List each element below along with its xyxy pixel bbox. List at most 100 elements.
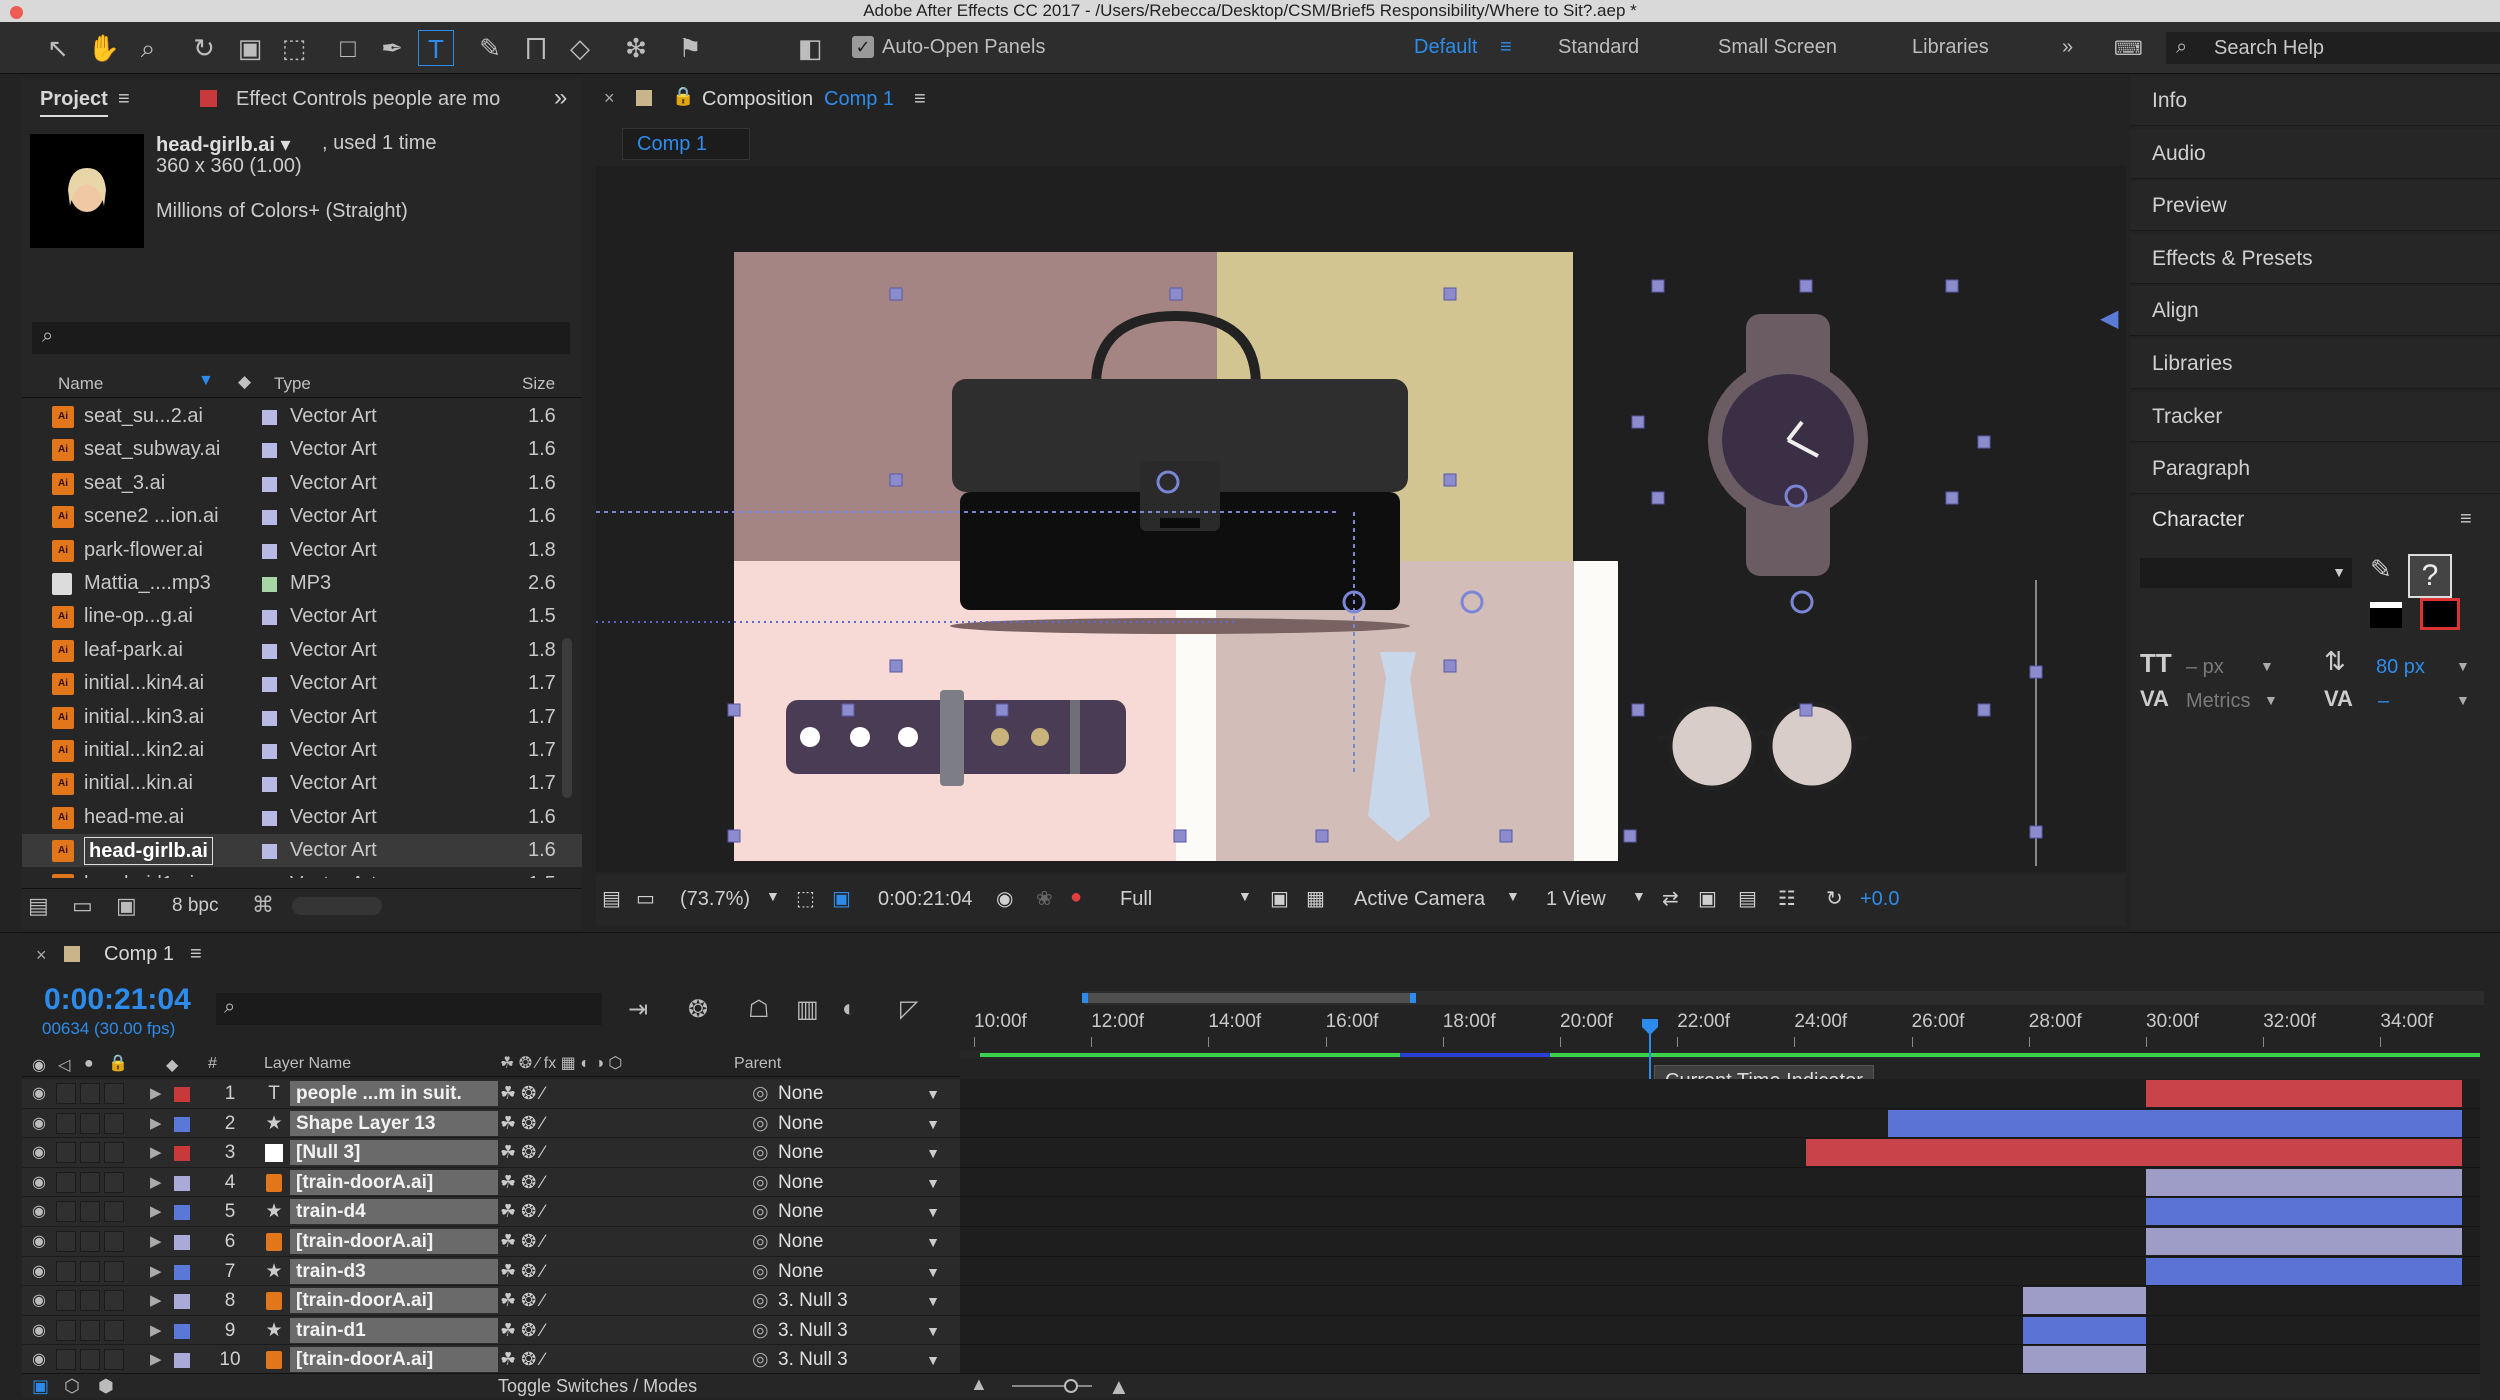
timeline-current-time[interactable]: 0:00:21:04	[44, 983, 191, 1017]
sort-descending-icon[interactable]: ▼	[198, 372, 214, 390]
layer-duration-bar[interactable]	[2023, 1287, 2146, 1314]
label-tag-icon[interactable]: ◆	[166, 1055, 178, 1075]
expand-triangle-icon[interactable]: ▶	[150, 1138, 162, 1168]
label-color-swatch[interactable]	[262, 677, 277, 692]
shy-layers-icon[interactable]: ☖	[748, 995, 770, 1024]
reset-exposure-icon[interactable]: ↻	[1826, 886, 1843, 911]
project-item-row[interactable]: Aiinitial...kin3.aiVector Art1.7	[22, 701, 582, 734]
bit-depth-button[interactable]: 8 bpc	[172, 895, 218, 917]
audio-switch[interactable]	[56, 1201, 76, 1222]
in-out-panel-icon[interactable]: ⬢	[98, 1376, 114, 1397]
solo-switch[interactable]	[80, 1290, 100, 1311]
chevron-down-icon[interactable]: ▼	[1506, 888, 1520, 904]
snapshot-icon[interactable]: ◉	[996, 886, 1013, 911]
layer-switches-icon[interactable]: ☘ ❂ ∕	[500, 1138, 544, 1168]
fill-color-swatch[interactable]: ?	[2408, 554, 2452, 598]
panel-tab-tracker[interactable]: Tracker	[2130, 392, 2500, 442]
black-white-swatch[interactable]	[2370, 602, 2402, 628]
audio-switch[interactable]	[56, 1349, 76, 1370]
layer-row[interactable]: ◉▶9★train-d1☘ ❂ ∕◎3. Null 3▼	[22, 1316, 960, 1346]
region-of-interest-icon[interactable]: ▣	[1270, 886, 1289, 911]
tracking-value[interactable]: –	[2378, 690, 2389, 713]
eye-icon[interactable]: ◉	[32, 1138, 46, 1168]
layer-duration-bar[interactable]	[1806, 1139, 2462, 1166]
font-size-value[interactable]: – px	[2186, 656, 2224, 679]
lock-switch[interactable]	[104, 1290, 124, 1311]
kerning-value[interactable]: Metrics	[2186, 690, 2250, 713]
solo-switch[interactable]	[80, 1231, 100, 1252]
layer-label-color[interactable]	[174, 1117, 190, 1132]
timeline-icon[interactable]: ▤	[1738, 886, 1757, 911]
chevron-down-icon[interactable]: ▼	[926, 1348, 940, 1372]
layer-label-color[interactable]	[174, 1087, 190, 1102]
layer-switches-icon[interactable]: ☘ ❂ ∕	[500, 1168, 544, 1198]
chevron-down-icon[interactable]: ▼	[926, 1082, 940, 1106]
pick-whip-icon[interactable]: ◎	[752, 1112, 769, 1136]
solo-switch[interactable]	[80, 1172, 100, 1193]
project-item-row[interactable]: Ailine-op...g.aiVector Art1.5	[22, 600, 582, 633]
expand-triangle-icon[interactable]: ▶	[150, 1197, 162, 1227]
lock-icon[interactable]: 🔒	[108, 1053, 128, 1073]
type-tool-icon[interactable]: T	[418, 30, 454, 66]
layer-row[interactable]: ◉▶5★train-d4☘ ❂ ∕◎None▼	[22, 1197, 960, 1227]
lock-switch[interactable]	[104, 1231, 124, 1252]
parent-dropdown[interactable]: ◎None▼	[748, 1112, 948, 1136]
chevron-down-icon[interactable]: ▼	[766, 888, 780, 904]
workspace-toggle-icon[interactable]: ◧	[792, 30, 828, 66]
lock-switch[interactable]	[104, 1172, 124, 1193]
label-color-swatch[interactable]	[262, 544, 277, 559]
lock-switch[interactable]	[104, 1320, 124, 1341]
close-panel-icon[interactable]: ×	[604, 88, 615, 109]
parent-dropdown[interactable]: ◎3. Null 3▼	[748, 1289, 948, 1313]
layer-row[interactable]: ◉▶2★Shape Layer 13☘ ❂ ∕◎None▼	[22, 1109, 960, 1139]
layer-row[interactable]: ◉▶8[train-doorA.ai]☘ ❂ ∕◎3. Null 3▼	[22, 1286, 960, 1316]
pick-whip-icon[interactable]: ◎	[752, 1171, 769, 1195]
pick-whip-icon[interactable]: ◎	[752, 1200, 769, 1224]
layer-name[interactable]: [train-doorA.ai]	[290, 1347, 498, 1372]
selection-tool-icon[interactable]: ↖	[40, 30, 76, 66]
panel-overflow-icon[interactable]: »	[554, 84, 567, 112]
timeline-tab[interactable]: Comp 1	[104, 943, 174, 966]
brush-tool-icon[interactable]: ✎	[472, 30, 508, 66]
audio-toggle-icon[interactable]: ◁	[58, 1055, 70, 1075]
pan-behind-tool-icon[interactable]: ⬚	[276, 30, 312, 66]
eye-icon[interactable]: ◉	[32, 1197, 46, 1227]
parent-dropdown[interactable]: ◎None▼	[748, 1260, 948, 1284]
chevron-down-icon[interactable]: ▼	[2456, 658, 2470, 674]
selected-item-name[interactable]: head-girlb.ai ▾	[156, 132, 291, 157]
project-item-row[interactable]: Aiinitial...kin2.aiVector Art1.7	[22, 734, 582, 767]
layer-name[interactable]: [train-doorA.ai]	[290, 1288, 498, 1313]
expand-triangle-icon[interactable]: ▶	[150, 1316, 162, 1346]
layer-switches-icon[interactable]: ☘ ❂ ∕	[500, 1316, 544, 1346]
viewer-collapse-icon[interactable]: ◀	[2100, 304, 2118, 333]
expand-triangle-icon[interactable]: ▶	[150, 1168, 162, 1198]
layer-row[interactable]: ◉▶3[Null 3]☘ ❂ ∕◎None▼	[22, 1138, 960, 1168]
zoom-in-icon[interactable]: ▲	[1108, 1374, 1130, 1400]
clone-stamp-tool-icon[interactable]: ⨅	[518, 30, 554, 66]
flowchart-icon[interactable]: ☷	[1778, 886, 1796, 911]
zoom-slider[interactable]	[1012, 1385, 1092, 1387]
show-snapshot-icon[interactable]: ❀	[1036, 886, 1053, 911]
label-color-swatch[interactable]	[262, 711, 277, 726]
label-tag-icon[interactable]: ◆	[238, 372, 251, 392]
timeline-menu-icon[interactable]: ≡	[190, 943, 202, 966]
layer-duration-bar[interactable]	[2146, 1258, 2462, 1285]
parent-header[interactable]: Parent	[734, 1055, 781, 1073]
chevron-down-icon[interactable]: ▼	[2332, 564, 2346, 580]
transparency-grid-icon[interactable]: ▦	[1306, 886, 1325, 911]
comp-mini-flowchart-icon[interactable]: ⇥	[628, 995, 648, 1024]
time-navigator[interactable]	[1082, 993, 1416, 1003]
eraser-tool-icon[interactable]: ◇	[562, 30, 598, 66]
layer-name[interactable]: [Null 3]	[290, 1140, 498, 1165]
panel-tab-info[interactable]: Info	[2130, 76, 2500, 126]
pen-tool-icon[interactable]: ✒	[374, 30, 410, 66]
chevron-down-icon[interactable]: ▼	[1238, 888, 1252, 904]
workspace-default[interactable]: Default	[1414, 36, 1477, 59]
project-item-row[interactable]: Aihead-me.aiVector Art1.6	[22, 801, 582, 834]
eye-icon[interactable]: ◉	[32, 1168, 46, 1198]
project-scrollbar[interactable]	[562, 638, 572, 798]
rotation-tool-icon[interactable]: ↻	[186, 30, 222, 66]
panel-tab-paragraph[interactable]: Paragraph	[2130, 444, 2500, 494]
hand-tool-icon[interactable]: ✋	[86, 30, 122, 66]
expand-triangle-icon[interactable]: ▶	[150, 1257, 162, 1287]
